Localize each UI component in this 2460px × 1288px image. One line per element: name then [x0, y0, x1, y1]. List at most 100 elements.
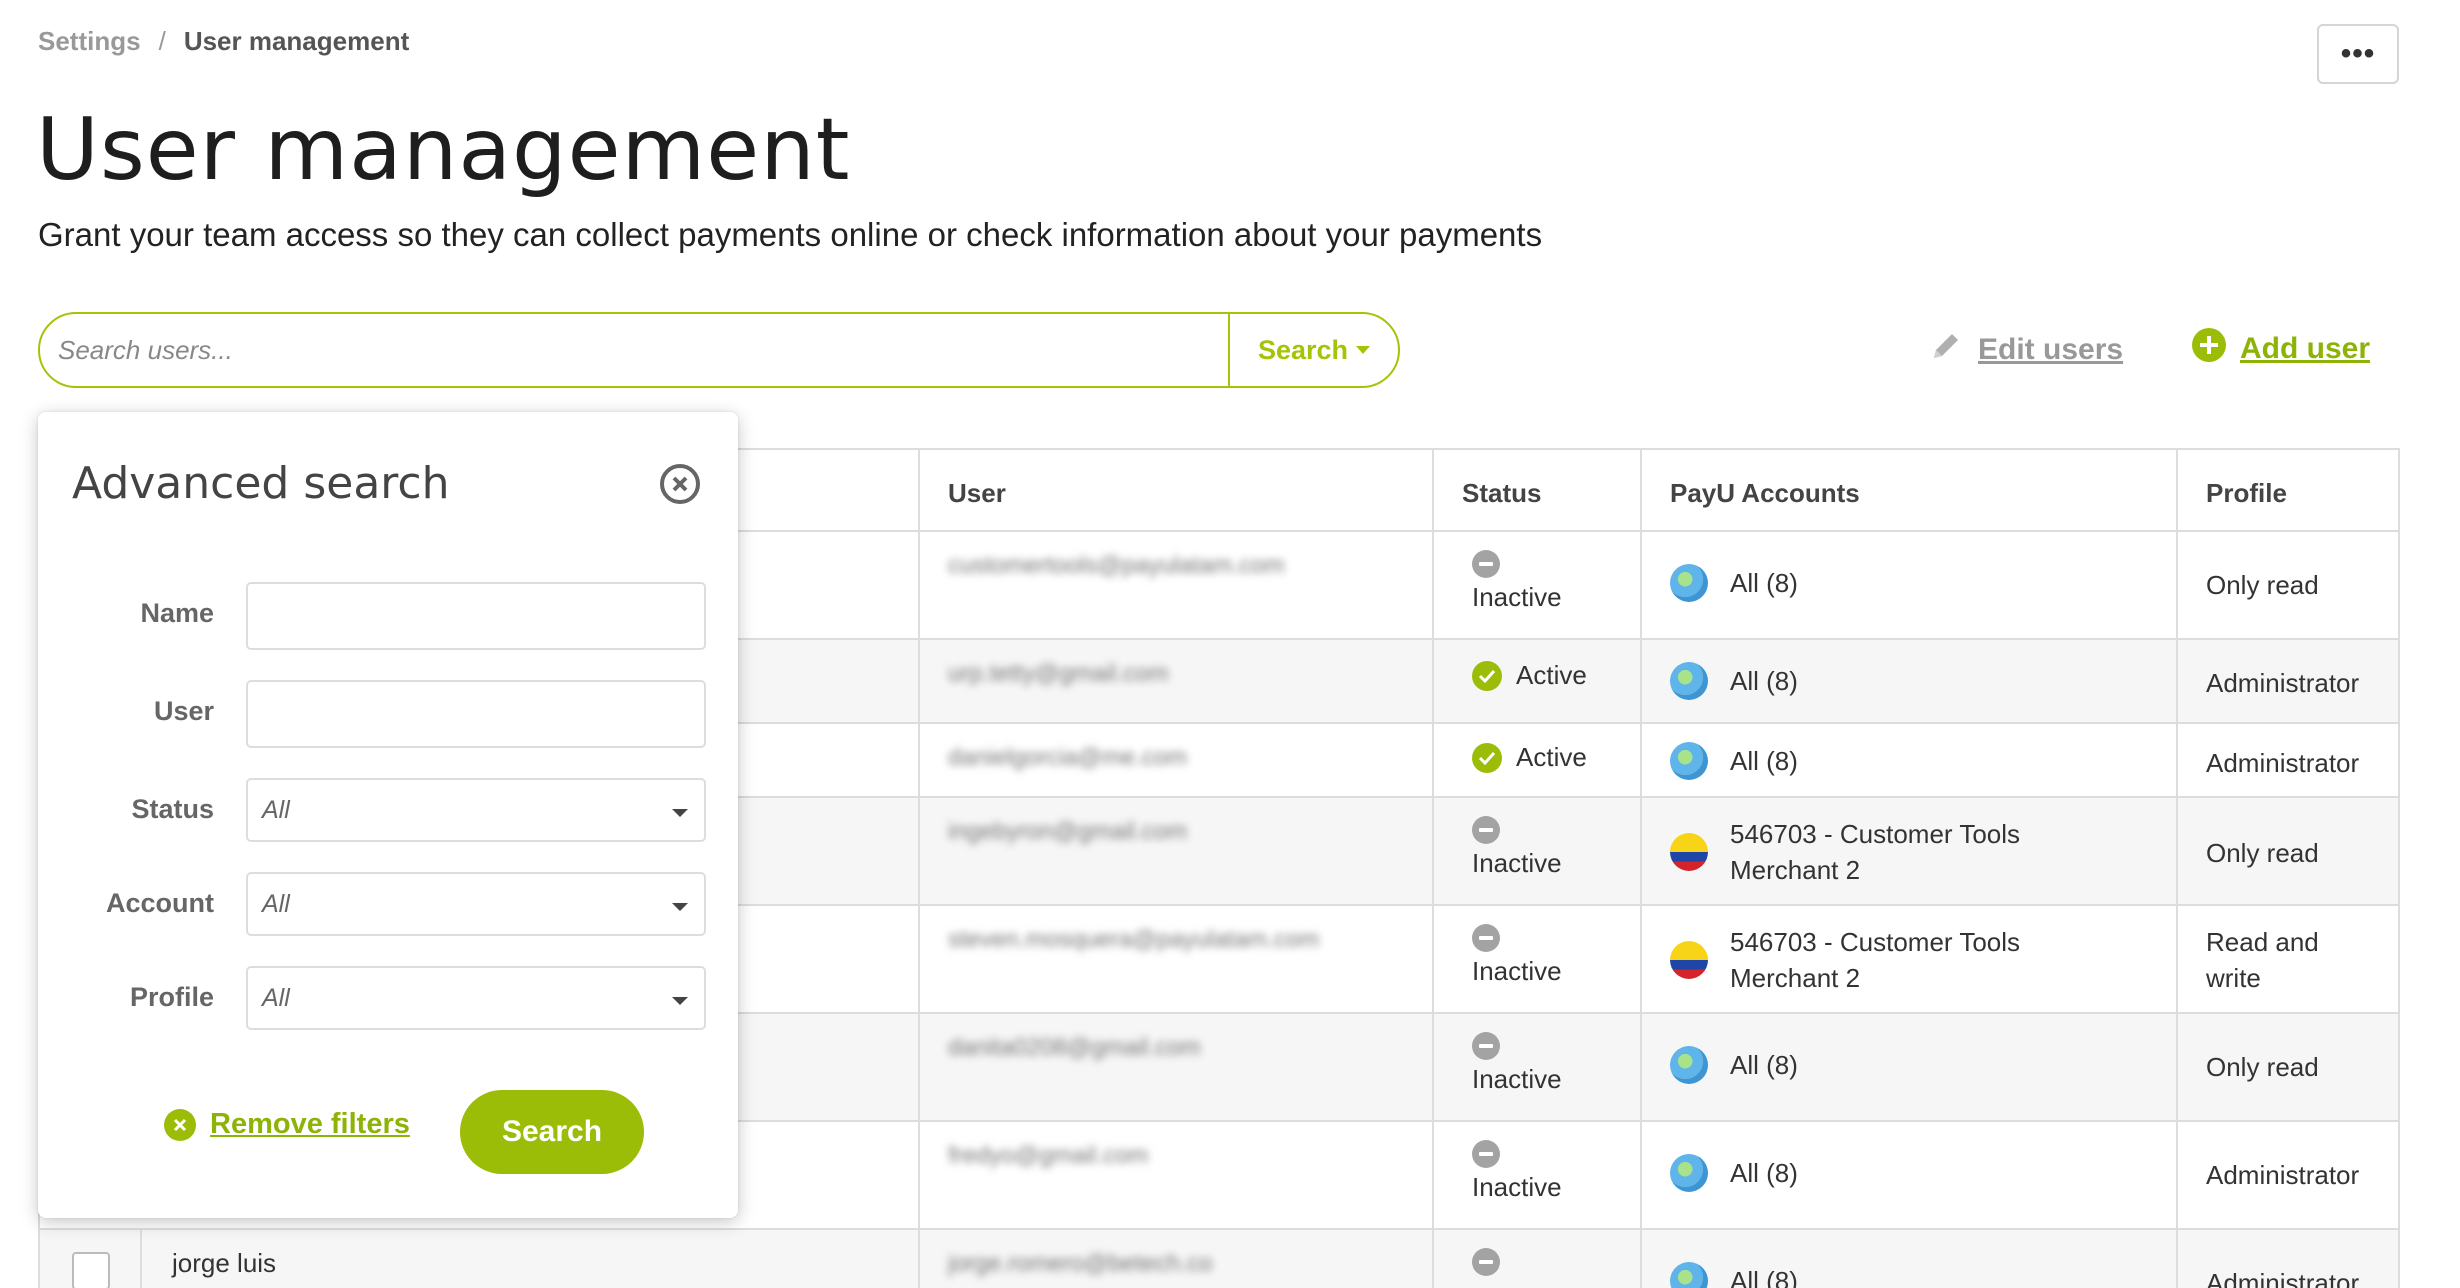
remove-filters-label: Remove filters — [210, 1108, 410, 1140]
user-email: ingebyron@gmail.com — [948, 818, 1188, 845]
globe-icon — [1670, 662, 1708, 700]
add-user-label: Add user — [2240, 332, 2371, 365]
status-label: Active — [1516, 742, 1587, 772]
status-label: Inactive — [1472, 956, 1562, 986]
profile-label: Only read — [2206, 570, 2319, 600]
breadcrumb-settings-link[interactable]: Settings — [38, 26, 141, 57]
chevron-down-icon — [672, 903, 688, 911]
account-label: All (8) — [1730, 567, 1798, 598]
column-header-user[interactable]: User — [948, 478, 1006, 509]
globe-icon — [1670, 1046, 1708, 1084]
check-circle-icon — [1472, 660, 1502, 691]
account-cell: All (8) — [1670, 1262, 1798, 1288]
user-email: danielgorcia@me.com — [948, 744, 1188, 771]
inactive-icon — [1472, 924, 1500, 952]
advanced-search-panel: Advanced search Name User Status All Acc… — [38, 412, 738, 1218]
status-cell: Inactive — [1472, 1032, 1562, 1095]
breadcrumb-separator: / — [158, 26, 166, 56]
account-cell: All (8) — [1670, 662, 1798, 700]
chevron-down-icon — [672, 809, 688, 817]
pencil-icon — [1928, 328, 1964, 372]
column-header-status[interactable]: Status — [1462, 478, 1541, 509]
account-cell: All (8) — [1670, 1046, 1798, 1084]
close-icon[interactable] — [660, 464, 700, 504]
column-header-profile[interactable]: Profile — [2206, 478, 2287, 509]
inactive-icon — [1472, 1032, 1500, 1060]
profile-select-value: All — [262, 983, 290, 1012]
edit-users-link[interactable]: Edit users — [1928, 328, 2123, 372]
user-label: User — [153, 696, 214, 726]
status-cell — [1472, 1248, 1500, 1276]
user-email: danita0208@gmail.com — [948, 1034, 1201, 1061]
account-cell: 546703 - Customer Tools Merchant 2 — [1670, 924, 2020, 997]
account-cell: All (8) — [1670, 564, 1798, 602]
user-name: jorge luis — [172, 1248, 277, 1278]
status-select[interactable]: All — [246, 778, 706, 842]
user-email: fredyo@gmail.com — [948, 1142, 1149, 1169]
more-options-button[interactable]: ••• — [2317, 24, 2399, 84]
page-title: User management — [36, 100, 851, 200]
ellipsis-icon: ••• — [2340, 37, 2376, 70]
check-circle-icon — [1472, 742, 1502, 773]
globe-icon — [1670, 564, 1708, 602]
account-label: All (8) — [1730, 665, 1798, 696]
account-cell: 546703 - Customer Tools Merchant 2 — [1670, 816, 2020, 889]
name-label: Name — [140, 598, 214, 628]
colombia-flag-icon — [1670, 833, 1708, 872]
status-cell: Active — [1472, 742, 1587, 773]
profile-label: Administrator — [2206, 1160, 2360, 1190]
user-email: steven.mosquera@payulatam.com — [948, 926, 1320, 953]
profile-label: Administrator — [2206, 1268, 2360, 1288]
globe-icon — [1670, 742, 1708, 780]
caret-down-icon — [1356, 346, 1371, 354]
column-header-accounts[interactable]: PayU Accounts — [1670, 478, 1860, 509]
table-row[interactable]: jorge luis jorge.romero@betech.co All (8… — [40, 1230, 2398, 1288]
status-label: Inactive — [1472, 1064, 1562, 1094]
profile-label: Only read — [2206, 1052, 2319, 1082]
status-cell: Inactive — [1472, 1140, 1562, 1203]
status-label: Inactive — [1472, 1172, 1562, 1202]
chevron-down-icon — [672, 997, 688, 1005]
search-input[interactable] — [40, 314, 1228, 386]
account-label: 546703 - Customer Tools Merchant 2 — [1730, 927, 2021, 994]
account-label: 546703 - Customer Tools Merchant 2 — [1730, 819, 2021, 886]
user-email: customertools@payulatam.com — [948, 552, 1285, 579]
user-email: urp.tetty@gmail.com — [948, 660, 1169, 687]
inactive-icon — [1472, 1140, 1500, 1168]
profile-select[interactable]: All — [246, 966, 706, 1030]
account-select[interactable]: All — [246, 872, 706, 936]
status-cell: Active — [1472, 660, 1587, 691]
status-select-value: All — [262, 795, 290, 824]
add-user-link[interactable]: Add user — [2192, 328, 2370, 370]
globe-icon — [1670, 1262, 1708, 1288]
profile-label: Administrator — [2206, 748, 2360, 778]
status-cell: Inactive — [1472, 816, 1562, 879]
advanced-search-button[interactable]: Search — [460, 1090, 644, 1174]
profile-label: Profile — [129, 982, 214, 1012]
globe-icon — [1670, 1154, 1708, 1192]
account-label: Account — [106, 888, 214, 918]
status-label: Active — [1516, 660, 1587, 690]
account-label: All (8) — [1730, 745, 1798, 776]
account-cell: All (8) — [1670, 742, 1798, 780]
colombia-flag-icon — [1670, 941, 1708, 980]
breadcrumb-current: User management — [183, 26, 410, 56]
status-label: Inactive — [1472, 848, 1562, 878]
profile-label: Only read — [2206, 838, 2319, 868]
search-button-label: Search — [1257, 334, 1349, 365]
inactive-icon — [1472, 1248, 1500, 1276]
status-cell: Inactive — [1472, 550, 1562, 613]
account-label: All (8) — [1730, 1157, 1798, 1188]
inactive-icon — [1472, 550, 1500, 578]
search-dropdown-button[interactable]: Search — [1228, 314, 1398, 386]
account-select-value: All — [262, 889, 290, 918]
account-label: All (8) — [1730, 1049, 1798, 1080]
status-label: Status — [131, 794, 214, 824]
remove-filters-link[interactable]: Remove filters — [164, 1108, 410, 1141]
status-cell: Inactive — [1472, 924, 1562, 987]
row-checkbox[interactable] — [72, 1252, 110, 1288]
edit-users-label: Edit users — [1978, 333, 2124, 366]
status-label: Inactive — [1472, 582, 1562, 612]
user-field[interactable] — [246, 680, 706, 748]
name-field[interactable] — [246, 582, 706, 650]
